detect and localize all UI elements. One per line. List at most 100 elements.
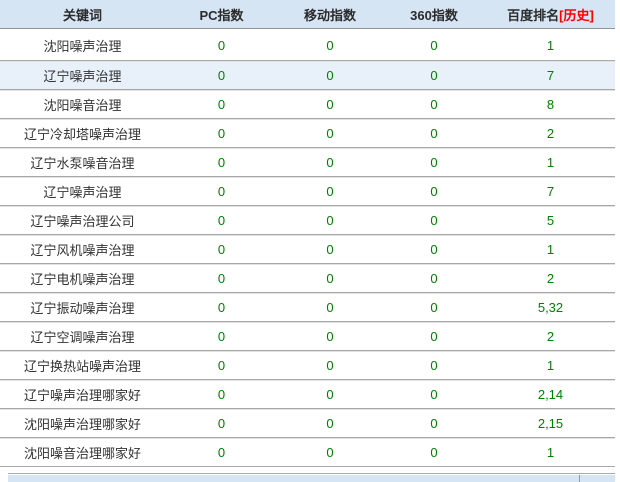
table-row[interactable]: 辽宁噪声治理 0 0 0 7: [0, 60, 615, 89]
baidu-rank-cell: 5,32: [486, 300, 615, 315]
keyword-cell: 辽宁风机噪声治理: [0, 240, 165, 259]
index-360-cell: 0: [382, 155, 486, 170]
pc-index-cell: 0: [165, 387, 278, 402]
table-row[interactable]: 沈阳噪音治理哪家好 0 0 0 1: [0, 437, 615, 466]
index-360-cell: 0: [382, 126, 486, 141]
mobile-index-cell: 0: [278, 416, 382, 431]
pc-index-cell: 0: [165, 126, 278, 141]
index-360-cell: 0: [382, 242, 486, 257]
table-row[interactable]: 辽宁振动噪声治理 0 0 0 5,32: [0, 292, 615, 321]
pc-index-cell: 0: [165, 184, 278, 199]
mobile-index-cell: 0: [278, 38, 382, 53]
pc-index-cell: 0: [165, 213, 278, 228]
header-mobile-index: 移动指数: [278, 5, 382, 24]
baidu-rank-cell: 1: [486, 358, 615, 373]
table-row[interactable]: 辽宁电机噪声治理 0 0 0 2: [0, 263, 615, 292]
keyword-cell: 辽宁振动噪声治理: [0, 298, 165, 317]
keyword-cell: 辽宁空调噪声治理: [0, 327, 165, 346]
table-row[interactable]: 沈阳噪声治理 0 0 0 1: [0, 31, 615, 60]
pc-index-cell: 0: [165, 97, 278, 112]
index-360-cell: 0: [382, 184, 486, 199]
keyword-cell: 沈阳噪声治理哪家好: [0, 414, 165, 433]
header-baidu-rank: 百度排名[历史]: [486, 5, 615, 24]
pc-index-cell: 0: [165, 445, 278, 460]
mobile-index-cell: 0: [278, 242, 382, 257]
keyword-cell: 沈阳噪音治理: [0, 95, 165, 114]
table-row[interactable]: 辽宁冷却塔噪声治理 0 0 0 2: [0, 118, 615, 147]
index-360-cell: 0: [382, 416, 486, 431]
table-row[interactable]: 辽宁空调噪声治理 0 0 0 2: [0, 321, 615, 350]
baidu-rank-cell: 8: [486, 97, 615, 112]
index-360-cell: 0: [382, 38, 486, 53]
mobile-index-cell: 0: [278, 126, 382, 141]
pc-index-cell: 0: [165, 329, 278, 344]
mobile-index-cell: 0: [278, 358, 382, 373]
baidu-rank-cell: 1: [486, 242, 615, 257]
table-header-row: 关键词 PC指数 移动指数 360指数 百度排名[历史]: [0, 0, 615, 29]
pc-index-cell: 0: [165, 38, 278, 53]
baidu-rank-cell: 1: [486, 38, 615, 53]
table-row[interactable]: 辽宁换热站噪声治理 0 0 0 1: [0, 350, 615, 379]
header-pc-index: PC指数: [165, 5, 278, 24]
table-row[interactable]: 沈阳噪声治理哪家好 0 0 0 2,15: [0, 408, 615, 437]
table-row[interactable]: 辽宁噪声治理 0 0 0 7: [0, 176, 615, 205]
history-link[interactable]: [历史]: [559, 8, 594, 23]
index-360-cell: 0: [382, 97, 486, 112]
pc-index-cell: 0: [165, 358, 278, 373]
baidu-rank-cell: 7: [486, 184, 615, 199]
baidu-rank-cell: 2: [486, 271, 615, 286]
keyword-cell: 辽宁冷却塔噪声治理: [0, 124, 165, 143]
table-row[interactable]: 辽宁噪声治理公司 0 0 0 5: [0, 205, 615, 234]
keyword-rank-table: 关键词 PC指数 移动指数 360指数 百度排名[历史] 沈阳噪声治理 0 0 …: [0, 0, 615, 467]
mobile-index-cell: 0: [278, 155, 382, 170]
table-row[interactable]: 辽宁水泵噪音治理 0 0 0 1: [0, 147, 615, 176]
keyword-cell: 沈阳噪音治理哪家好: [0, 443, 165, 462]
pc-index-cell: 0: [165, 242, 278, 257]
index-360-cell: 0: [382, 300, 486, 315]
pc-index-cell: 0: [165, 68, 278, 83]
baidu-rank-cell: 1: [486, 445, 615, 460]
mobile-index-cell: 0: [278, 329, 382, 344]
baidu-rank-cell: 2: [486, 329, 615, 344]
baidu-rank-cell: 1: [486, 155, 615, 170]
keyword-cell: 沈阳噪声治理: [0, 36, 165, 55]
index-360-cell: 0: [382, 329, 486, 344]
index-360-cell: 0: [382, 387, 486, 402]
keyword-cell: 辽宁噪声治理: [0, 182, 165, 201]
baidu-rank-cell: 2,15: [486, 416, 615, 431]
second-table-header-bar: [8, 475, 615, 482]
keyword-cell: 辽宁水泵噪音治理: [0, 153, 165, 172]
index-360-cell: 0: [382, 213, 486, 228]
baidu-rank-cell: 2,14: [486, 387, 615, 402]
pc-index-cell: 0: [165, 155, 278, 170]
mobile-index-cell: 0: [278, 68, 382, 83]
pc-index-cell: 0: [165, 271, 278, 286]
header-keyword: 关键词: [0, 5, 165, 24]
table-row[interactable]: 沈阳噪音治理 0 0 0 8: [0, 89, 615, 118]
mobile-index-cell: 0: [278, 445, 382, 460]
index-360-cell: 0: [382, 358, 486, 373]
baidu-rank-cell: 2: [486, 126, 615, 141]
keyword-cell: 辽宁电机噪声治理: [0, 269, 165, 288]
mobile-index-cell: 0: [278, 184, 382, 199]
second-table-column-divider: [579, 475, 580, 482]
keyword-cell: 辽宁噪声治理公司: [0, 211, 165, 230]
second-table-header-partial: [8, 473, 615, 482]
keyword-cell: 辽宁换热站噪声治理: [0, 356, 165, 375]
baidu-rank-cell: 5: [486, 213, 615, 228]
index-360-cell: 0: [382, 445, 486, 460]
pc-index-cell: 0: [165, 416, 278, 431]
mobile-index-cell: 0: [278, 97, 382, 112]
mobile-index-cell: 0: [278, 387, 382, 402]
header-360-index: 360指数: [382, 5, 486, 24]
table-row[interactable]: 辽宁噪声治理哪家好 0 0 0 2,14: [0, 379, 615, 408]
table-body: 沈阳噪声治理 0 0 0 1 辽宁噪声治理 0 0 0 7 沈阳噪音治理 0 0…: [0, 29, 615, 467]
mobile-index-cell: 0: [278, 271, 382, 286]
baidu-rank-cell: 7: [486, 68, 615, 83]
mobile-index-cell: 0: [278, 300, 382, 315]
mobile-index-cell: 0: [278, 213, 382, 228]
table-row[interactable]: 辽宁风机噪声治理 0 0 0 1: [0, 234, 615, 263]
pc-index-cell: 0: [165, 300, 278, 315]
index-360-cell: 0: [382, 68, 486, 83]
baidu-rank-label: 百度排名: [507, 8, 559, 23]
